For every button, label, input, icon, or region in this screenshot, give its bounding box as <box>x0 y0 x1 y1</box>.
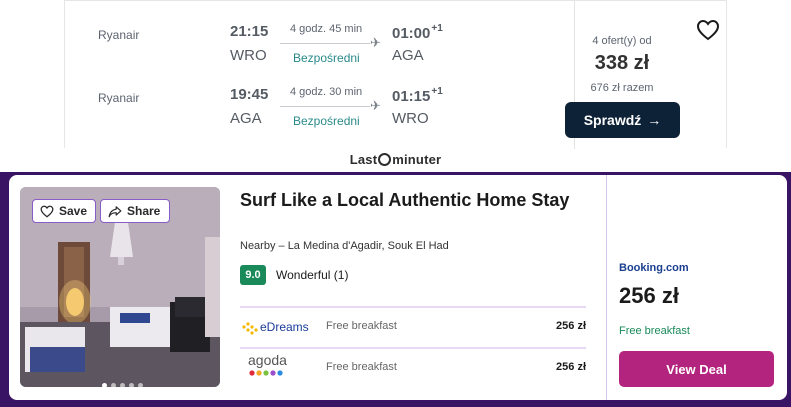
arrival-time: 01:00+1 <box>392 23 443 42</box>
deal-divider <box>606 175 607 400</box>
arrival-time-value: 01:00 <box>392 25 431 42</box>
flight-leg-outbound: Ryanair 21:15 WRO 4 godz. 45 min ✈ Bezpo… <box>64 14 504 65</box>
flight-price-column: 4 ofert(y) od 338 zł 676 zł razem Sprawd… <box>510 0 727 148</box>
offer-perk: Free breakfast <box>326 361 397 373</box>
carousel-dot[interactable] <box>120 383 125 387</box>
flight-leg-return: Ryanair 19:45 AGA 4 godz. 30 min ✈ Bezpo… <box>64 77 504 128</box>
hotel-location: Nearby – La Medina d'Agadir, Souk El Had <box>240 240 449 252</box>
departure-time: 21:15 <box>230 23 269 40</box>
deal-price: 256 zł <box>619 283 679 308</box>
edreams-logo-text: eDreams <box>260 320 309 334</box>
carousel-dot[interactable] <box>111 383 116 387</box>
carousel-dot[interactable] <box>102 383 107 387</box>
provider-logo-text-end: minuter <box>392 152 442 167</box>
flight-total-price: 676 zł razem <box>590 82 654 94</box>
heart-icon <box>40 205 54 218</box>
edreams-logo: eDreams <box>240 318 316 338</box>
agoda-logo-text: agoda <box>248 353 287 368</box>
provider-logo-text-start: Last <box>349 152 378 167</box>
check-button[interactable]: Sprawdź → <box>565 102 680 138</box>
arrival-time: 01:15+1 <box>392 86 443 105</box>
offer-price: 256 zł <box>556 320 586 332</box>
hotel-name[interactable]: Surf Like a Local Authentic Home Stay <box>240 188 580 212</box>
offer-perk: Free breakfast <box>326 320 397 332</box>
arrow-right-icon: → <box>647 112 662 128</box>
stops-label: Bezpośredni <box>293 114 360 128</box>
carousel-dot[interactable] <box>138 383 143 387</box>
offer-row-edreams[interactable]: eDreams Free breakfast 256 zł <box>240 306 586 346</box>
airline-name: Ryanair <box>98 28 140 42</box>
arrival-airport: WRO <box>392 110 429 127</box>
rating-badge: 9.0 <box>240 265 266 285</box>
flight-duration: 4 godz. 30 min <box>290 86 363 98</box>
agoda-logo-mark: agoda <box>248 353 287 376</box>
day-offset: +1 <box>431 23 443 34</box>
clock-icon <box>378 153 392 166</box>
departure-airport: WRO <box>230 47 267 64</box>
offer-row-agoda[interactable]: agoda Free breakfast 256 zł <box>240 347 586 387</box>
departure-airport: AGA <box>230 110 262 127</box>
agoda-logo: agoda <box>240 353 316 379</box>
arrival-airport: AGA <box>392 47 424 64</box>
day-offset: +1 <box>431 86 443 97</box>
flight-price: 338 zł <box>594 52 650 74</box>
arrival-time-value: 01:15 <box>392 88 431 105</box>
view-deal-button[interactable]: View Deal <box>619 351 774 387</box>
save-label: Save <box>59 204 88 218</box>
save-button[interactable]: Save <box>32 199 96 223</box>
lastminuter-logo: Last minuter <box>0 152 791 167</box>
share-label: Share <box>127 204 161 218</box>
share-icon <box>108 205 122 217</box>
airplane-icon: ✈ <box>370 35 381 50</box>
rating-label: Wonderful (1) <box>276 268 349 282</box>
airplane-icon: ✈ <box>370 98 381 113</box>
flight-duration: 4 godz. 45 min <box>290 23 363 35</box>
carousel-dots <box>102 383 143 387</box>
departure-time: 19:45 <box>230 86 269 103</box>
route-line <box>280 43 370 44</box>
favorite-heart-icon[interactable] <box>696 19 720 41</box>
airline-name: Ryanair <box>98 91 140 105</box>
booking-com-logo: Booking.com <box>619 262 689 274</box>
deal-perk: Free breakfast <box>619 325 690 337</box>
offer-price: 256 zł <box>556 361 586 373</box>
stops-label: Bezpośredni <box>293 51 360 65</box>
carousel-dot[interactable] <box>129 383 134 387</box>
hotel-result-card[interactable]: Save Share Surf Like a Local Authentic H… <box>9 175 787 400</box>
check-button-label: Sprawdź <box>583 112 642 128</box>
edreams-logo-mark: eDreams <box>242 320 309 335</box>
route-line <box>280 106 370 107</box>
share-button[interactable]: Share <box>100 199 170 223</box>
